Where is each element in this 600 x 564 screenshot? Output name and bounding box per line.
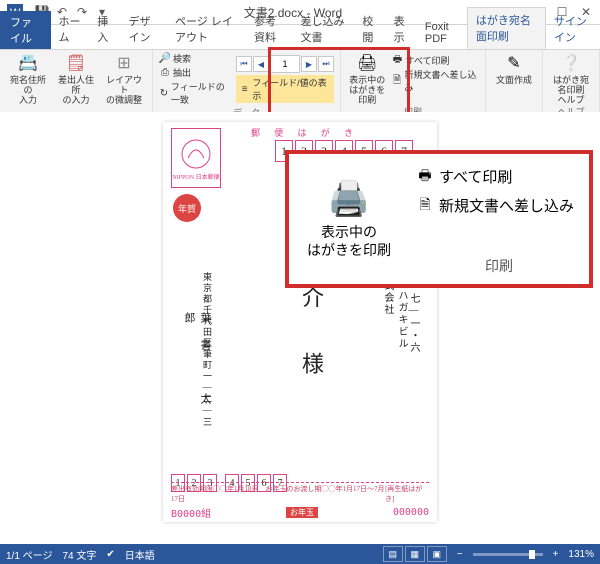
- read-view-button[interactable]: ▤: [383, 546, 403, 562]
- proofing-icon[interactable]: ✔: [106, 549, 114, 560]
- tab-foxit[interactable]: Foxit PDF: [417, 17, 467, 49]
- print-group-callout: 🖨️ 表示中の はがきを印刷 🖶 すべて印刷 🗎 新規文書へ差し込み 印刷: [285, 150, 593, 288]
- extract-icon: ⎙: [159, 67, 171, 79]
- language-indicator[interactable]: 日本語: [125, 547, 155, 562]
- next-record-button[interactable]: ▶: [301, 56, 317, 72]
- group-help: ❔ はがき宛名印刷 ヘルプ ヘルプ: [543, 50, 600, 114]
- print-all-callout[interactable]: 🖶 すべて印刷: [415, 162, 583, 191]
- char-count[interactable]: 74 文字: [62, 547, 96, 562]
- signin-link[interactable]: サインイン: [546, 9, 600, 49]
- prev-record-button[interactable]: ◀: [253, 56, 269, 72]
- tab-mailings[interactable]: 差し込み文書: [293, 9, 355, 49]
- group-data: 🔎検索 ⎙抽出 ↻フィールドの一致 ⏮ ◀ ▶ ⏭ ≡フィールド/値の表示 デー…: [153, 50, 341, 114]
- toggle-field-display-button[interactable]: ≡フィールド/値の表示: [236, 75, 334, 103]
- help-icon: ❔: [560, 52, 582, 74]
- layout-adjust-button[interactable]: ⊞ レイアウト の微調整: [102, 52, 146, 105]
- tab-view[interactable]: 表示: [386, 9, 417, 49]
- tab-pagelayout[interactable]: ページ レイアウト: [167, 9, 246, 49]
- merge-to-doc-button[interactable]: 🗎新規文書へ差し込み: [392, 68, 479, 94]
- record-navigator: ⏮ ◀ ▶ ⏭: [236, 55, 334, 73]
- merge-icon: 🗎: [415, 196, 435, 216]
- first-record-button[interactable]: ⏮: [236, 56, 252, 72]
- match-icon: ↻: [159, 87, 169, 99]
- hagaki-help-button[interactable]: ❔ はがき宛名印刷 ヘルプ: [549, 52, 593, 105]
- sender-icon: 🗒: [65, 52, 87, 74]
- printer-icon: 🖨: [356, 52, 378, 74]
- record-number-input[interactable]: [270, 55, 300, 73]
- group-create: ✎ 文面作成: [486, 50, 543, 114]
- file-tab[interactable]: ファイル: [0, 11, 51, 49]
- field-match-button[interactable]: ↻フィールドの一致: [159, 80, 230, 106]
- merge-callout[interactable]: 🗎 新規文書へ差し込み: [415, 191, 583, 220]
- postcard-footer: 差出有効期限◯◯年1月18日 お年玉のお渡し期◯◯年1月17日〜7月17日 [再…: [171, 482, 429, 504]
- view-buttons: ▤ ▦ ▣: [383, 546, 447, 562]
- zoom-slider[interactable]: [473, 553, 543, 556]
- callout-group-label: 印刷: [415, 256, 583, 276]
- tab-hagaki-print[interactable]: はがき宛名面印刷: [467, 7, 546, 49]
- tab-design[interactable]: デザイン: [120, 9, 167, 49]
- printall-icon: 🖶: [392, 55, 404, 67]
- tab-insert[interactable]: 挿入: [89, 9, 120, 49]
- printer-icon-large: 🖨️: [328, 179, 370, 219]
- web-view-button[interactable]: ▣: [427, 546, 447, 562]
- recipient-suffix: 様: [295, 352, 327, 376]
- design-icon: ✎: [503, 52, 525, 74]
- print-current-label: 表示中の はがきを印刷: [307, 223, 391, 259]
- print-current-button[interactable]: 🖨 表示中の はがきを印刷: [347, 52, 388, 105]
- group-print: 🖨 表示中の はがきを印刷 🖶すべて印刷 🗎新規文書へ差し込み 印刷: [341, 50, 486, 114]
- statusbar: 1/1 ページ 74 文字 ✔ 日本語 ▤ ▦ ▣ − + 131%: [0, 544, 600, 564]
- lottery-group: B0000組: [171, 505, 211, 520]
- nenga-mark: 年賀: [173, 194, 201, 222]
- merge-icon: 🗎: [392, 75, 403, 87]
- ribbon-tabs: ファイル ホーム 挿入 デザイン ページ レイアウト 参考資料 差し込み文書 校…: [0, 25, 600, 50]
- print-all-button[interactable]: 🖶すべて印刷: [392, 54, 479, 67]
- print-view-button[interactable]: ▦: [405, 546, 425, 562]
- printall-icon: 🖶: [415, 167, 435, 187]
- last-record-button[interactable]: ⏭: [318, 56, 334, 72]
- search-button[interactable]: 🔎検索: [159, 52, 230, 65]
- address-icon: 📇: [17, 52, 39, 74]
- sender-address-button[interactable]: 🗒 差出人住所 の入力: [54, 52, 98, 105]
- layout-icon: ⊞: [113, 52, 135, 74]
- tab-review[interactable]: 校閲: [354, 9, 385, 49]
- search-icon: 🔎: [159, 53, 171, 65]
- ribbon: 📇 宛名住所の 入力 🗒 差出人住所 の入力 ⊞ レイアウト の微調整 🔎検索 …: [0, 50, 600, 115]
- sender-name: 葉 書 太 郎: [181, 312, 213, 422]
- postal-header: 郵 便 は が き: [251, 126, 359, 139]
- recipient-address-button[interactable]: 📇 宛名住所の 入力: [6, 52, 50, 105]
- extract-button[interactable]: ⎙抽出: [159, 66, 230, 79]
- lottery-label: お年玉: [286, 507, 318, 518]
- lottery-row: B0000組 お年玉 000000: [171, 505, 429, 520]
- zoom-in-button[interactable]: +: [553, 549, 559, 560]
- group-addresses: 📇 宛名住所の 入力 🗒 差出人住所 の入力 ⊞ レイアウト の微調整: [0, 50, 153, 114]
- lottery-number: 000000: [393, 507, 429, 518]
- tab-home[interactable]: ホーム: [51, 9, 90, 49]
- zoom-out-button[interactable]: −: [457, 549, 463, 560]
- tab-references[interactable]: 参考資料: [246, 9, 293, 49]
- page-indicator[interactable]: 1/1 ページ: [6, 547, 52, 562]
- zoom-level[interactable]: 131%: [568, 549, 594, 560]
- stamp-area: NIPPON 日本郵便: [171, 128, 221, 188]
- field-icon: ≡: [239, 83, 250, 95]
- create-design-button[interactable]: ✎ 文面作成: [492, 52, 536, 85]
